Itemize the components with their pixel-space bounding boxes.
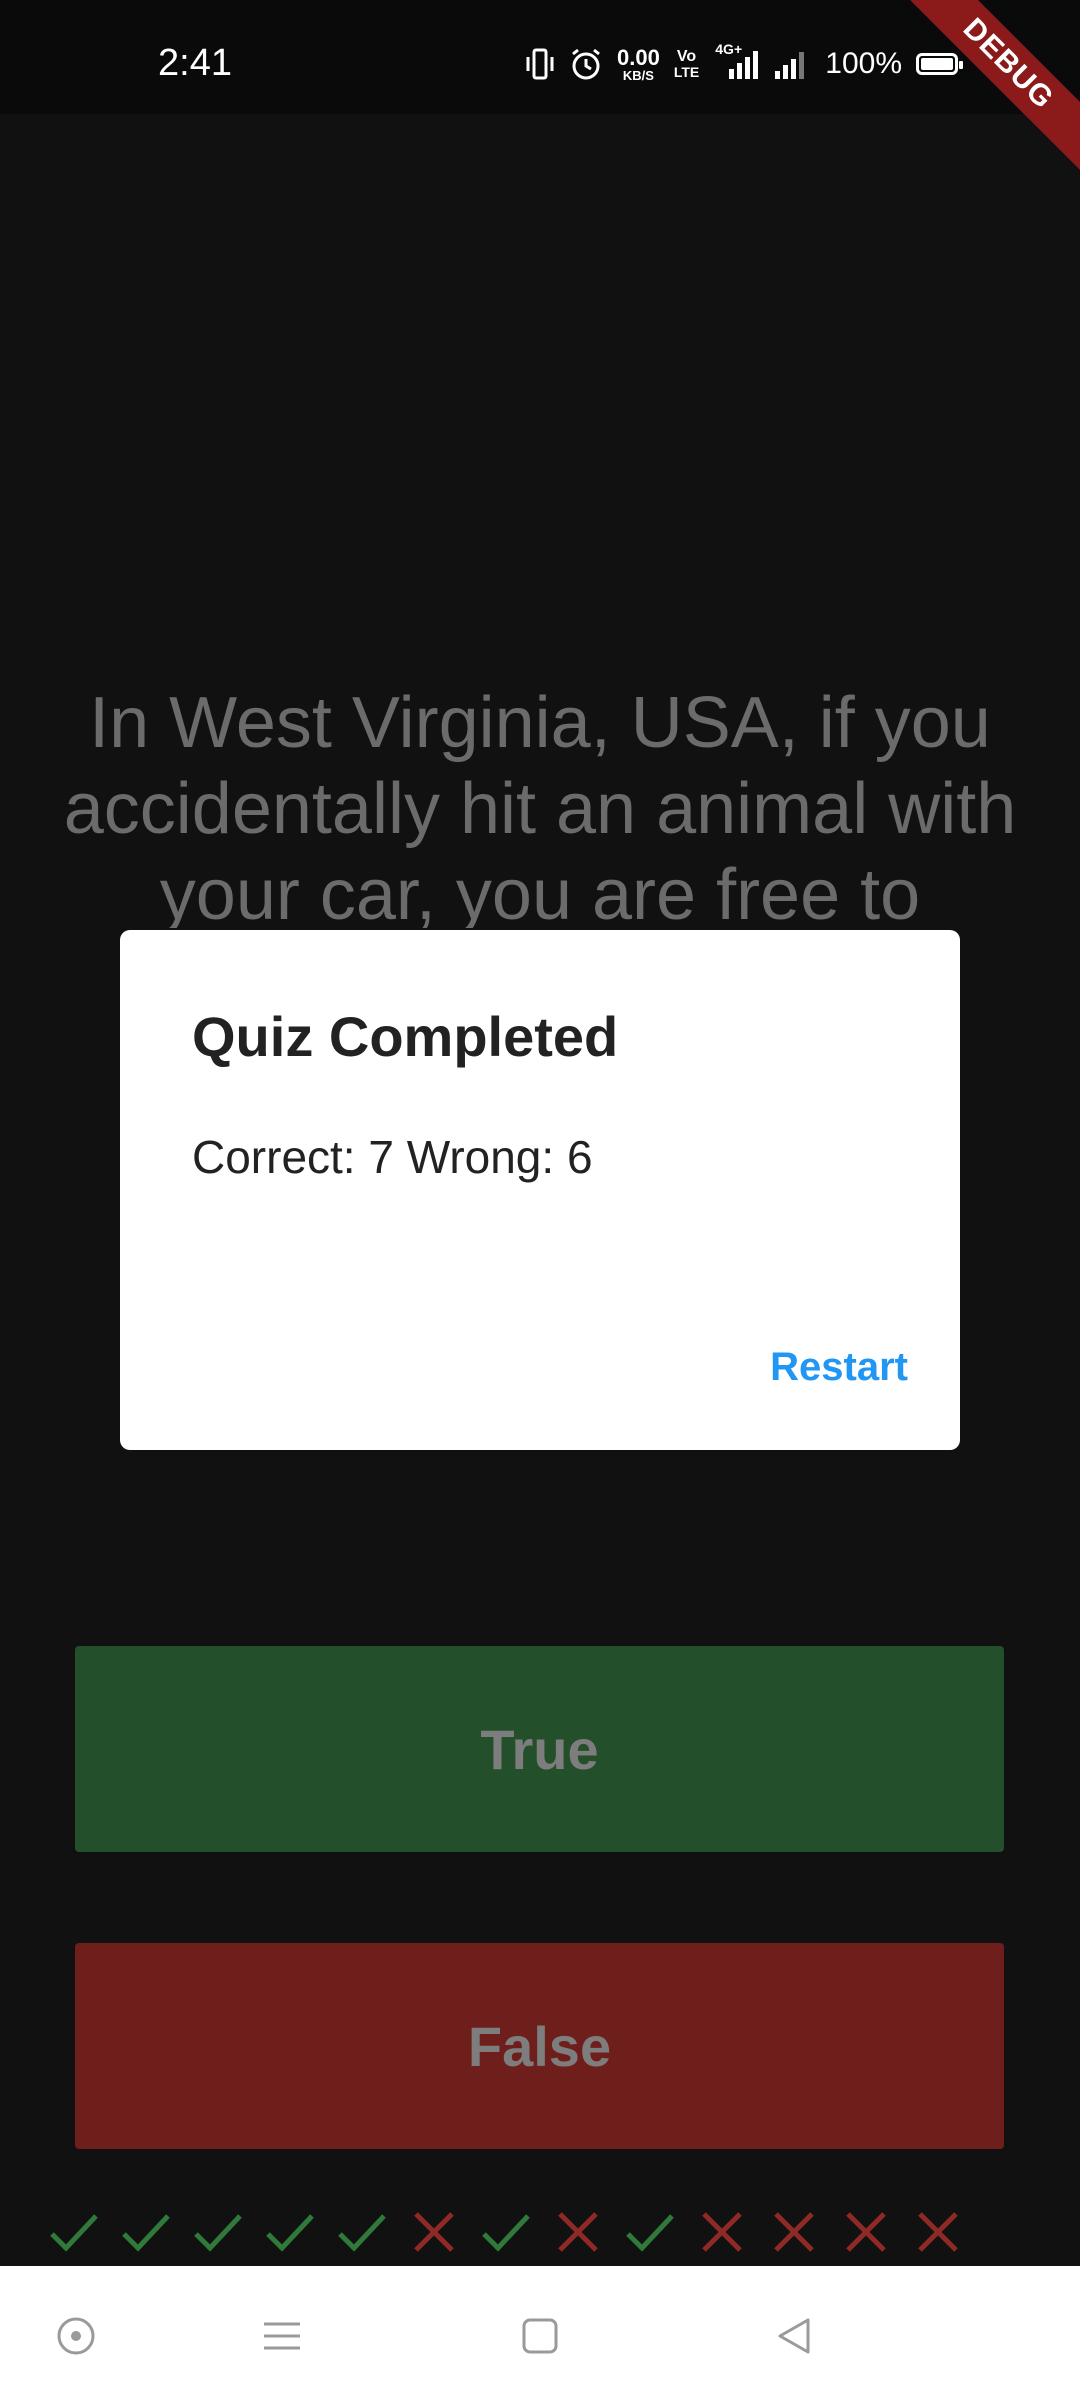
dialog-title: Quiz Completed (192, 1005, 619, 1068)
true-button[interactable]: True (75, 1646, 1004, 1852)
vibrate-icon (525, 47, 555, 81)
cross-icon (686, 2200, 758, 2264)
check-icon (614, 2200, 686, 2264)
quiz-completed-dialog: Quiz Completed Correct: 7 Wrong: 6 Resta… (120, 930, 960, 1450)
check-icon (110, 2200, 182, 2264)
status-icons: 0.00 KB/S Vo LTE 4G+ 100% (525, 41, 963, 84)
restart-button[interactable]: Restart (770, 1345, 908, 1390)
cross-icon (398, 2200, 470, 2264)
network-type: 4G+ (715, 41, 743, 57)
volte-top: Vo (676, 48, 697, 65)
net-speed-value: 0.00 (617, 44, 660, 70)
signal-icon (773, 47, 811, 81)
check-icon (38, 2200, 110, 2264)
volte-indicator: Vo LTE (673, 48, 700, 80)
home-icon[interactable] (510, 2306, 570, 2366)
score-keeper (38, 2200, 974, 2264)
system-nav-bar (0, 2266, 1080, 2400)
cross-icon (902, 2200, 974, 2264)
cross-icon (758, 2200, 830, 2264)
signal-4g-icon: 4G+ (713, 41, 759, 81)
dialog-body: Correct: 7 Wrong: 6 (192, 1131, 593, 1183)
check-icon (326, 2200, 398, 2264)
status-time: 2:41 (158, 42, 232, 84)
net-speed-unit: KB/S (622, 67, 654, 83)
cross-icon (830, 2200, 902, 2264)
menu-icon[interactable] (252, 2306, 312, 2366)
check-icon (182, 2200, 254, 2264)
volte-bottom: LTE (673, 64, 700, 80)
battery-percent: 100% (825, 47, 902, 80)
check-icon (254, 2200, 326, 2264)
false-button[interactable]: False (75, 1943, 1004, 2149)
battery-icon (916, 53, 963, 75)
alarm-icon (569, 47, 603, 81)
assistant-icon[interactable] (46, 2306, 106, 2366)
cross-icon (542, 2200, 614, 2264)
check-icon (470, 2200, 542, 2264)
status-bar: 2:41 0.00 KB/S Vo LTE 4G+ 100% (0, 0, 1080, 114)
question-text: In West Virginia, USA, if you accidental… (63, 683, 1017, 928)
back-icon[interactable] (764, 2306, 824, 2366)
net-speed: 0.00 KB/S (617, 44, 660, 83)
